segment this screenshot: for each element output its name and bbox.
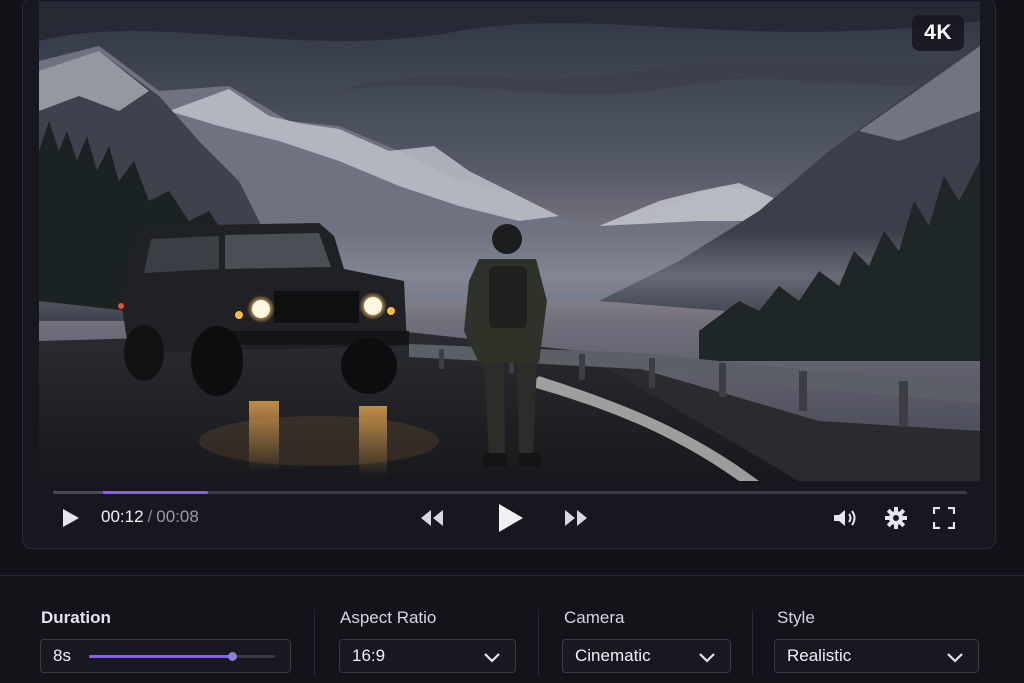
gear-icon[interactable] <box>883 505 909 531</box>
aspect-ratio-label: Aspect Ratio <box>340 608 437 627</box>
settings-separator <box>314 610 315 676</box>
video-player-card: 4K 00:12/00:08 <box>22 0 996 549</box>
play-main-icon[interactable] <box>493 501 527 535</box>
duration-label: Duration <box>41 608 111 627</box>
aspect-ratio-select[interactable]: 16:9 <box>339 639 516 673</box>
fullscreen-icon[interactable] <box>931 505 957 531</box>
settings-separator <box>752 610 753 676</box>
quality-badge: 4K <box>912 15 964 51</box>
aspect-ratio-value: 16:9 <box>352 646 386 665</box>
duration-slider-thumb[interactable] <box>228 652 238 661</box>
duration-slider-field[interactable]: 8s <box>40 639 291 673</box>
time-separator: / <box>147 507 153 526</box>
video-frame[interactable]: 4K <box>39 1 980 481</box>
progress-bar[interactable] <box>53 491 967 494</box>
progress-fill <box>53 491 209 494</box>
camera-label: Camera <box>564 608 625 627</box>
rewind-icon[interactable] <box>417 505 447 531</box>
duration-slider-fill <box>89 655 233 658</box>
total-duration: 00:08 <box>156 507 199 526</box>
chevron-down-icon <box>483 649 501 669</box>
style-value: Realistic <box>787 646 852 665</box>
duration-slider[interactable] <box>89 652 275 661</box>
generation-settings-panel: Duration 8s Aspect Ratio 16:9 Camera Cin… <box>0 576 1024 683</box>
play-icon[interactable] <box>57 505 83 531</box>
fast-forward-icon[interactable] <box>561 505 591 531</box>
chevron-down-icon <box>698 649 716 669</box>
settings-separator <box>538 610 539 676</box>
camera-select[interactable]: Cinematic <box>562 639 731 673</box>
chevron-down-icon <box>946 649 964 669</box>
style-label: Style <box>777 608 815 627</box>
style-select[interactable]: Realistic <box>774 639 979 673</box>
duration-value: 8s <box>53 646 71 665</box>
video-scene <box>39 1 980 481</box>
player-controls: 00:12/00:08 <box>23 499 995 539</box>
volume-icon[interactable] <box>831 505 861 531</box>
time-display: 00:12/00:08 <box>101 507 199 527</box>
camera-value: Cinematic <box>575 646 651 665</box>
current-time: 00:12 <box>101 507 144 526</box>
